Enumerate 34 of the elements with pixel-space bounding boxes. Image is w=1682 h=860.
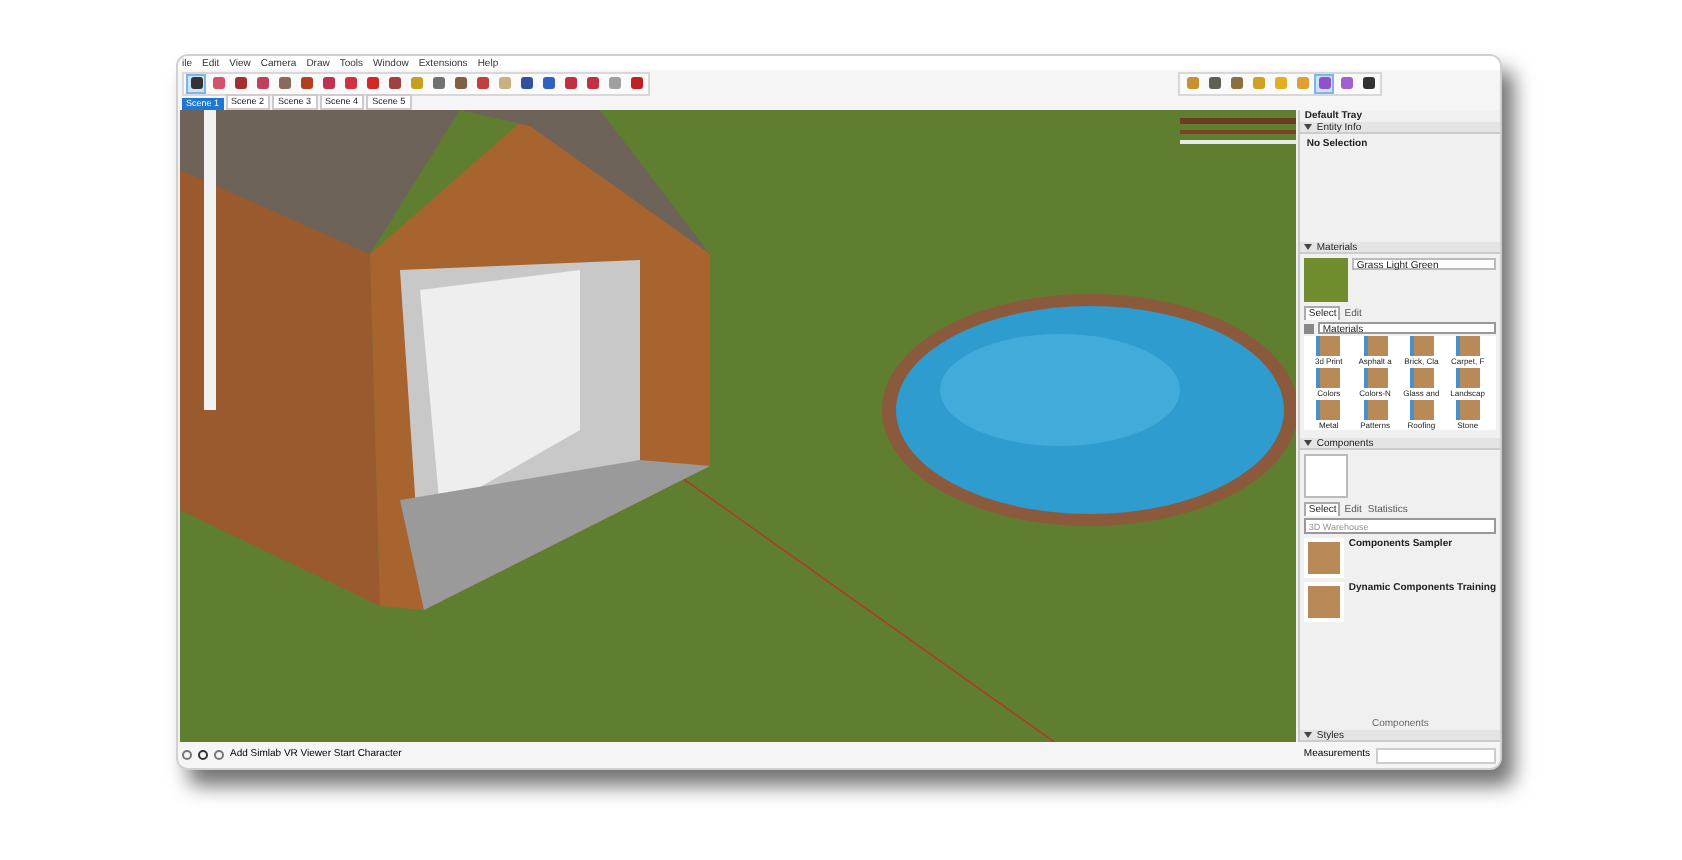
tool-button[interactable] — [450, 73, 470, 93]
tool-button[interactable] — [186, 73, 206, 93]
tool-button[interactable] — [296, 73, 316, 93]
material-swatch — [1304, 258, 1349, 302]
folder-icon — [1316, 368, 1341, 388]
folder-icon — [1409, 336, 1434, 356]
tool-button[interactable] — [516, 73, 536, 93]
caret-icon — [1304, 440, 1313, 446]
caret-icon — [1304, 124, 1313, 130]
model-viewport[interactable] — [180, 110, 1297, 742]
folder-icon — [1316, 400, 1341, 420]
tool-button[interactable] — [1358, 73, 1378, 93]
tool-button[interactable] — [582, 73, 602, 93]
tool-button[interactable] — [318, 73, 338, 93]
component-preview — [1304, 454, 1349, 498]
folder-icon — [1409, 368, 1434, 388]
tool-button[interactable] — [1204, 73, 1224, 93]
folder-icon — [1363, 336, 1388, 356]
tool-button[interactable] — [626, 73, 646, 93]
folder-icon — [1455, 336, 1480, 356]
folder-icon — [1363, 368, 1388, 388]
folder-icon — [1455, 400, 1480, 420]
tool-button[interactable] — [538, 73, 558, 93]
folder-icon — [1316, 336, 1341, 356]
folder-icon — [1409, 400, 1434, 420]
folder-icon — [1455, 368, 1480, 388]
tool-button[interactable] — [230, 73, 250, 93]
folder-icon — [1363, 400, 1388, 420]
measurements-field[interactable] — [1376, 747, 1496, 763]
caret-icon — [1304, 244, 1313, 250]
tool-button[interactable] — [560, 73, 580, 93]
tool-button[interactable] — [384, 73, 404, 93]
component-thumbnail — [1304, 538, 1345, 578]
component-thumbnail — [1304, 582, 1345, 622]
